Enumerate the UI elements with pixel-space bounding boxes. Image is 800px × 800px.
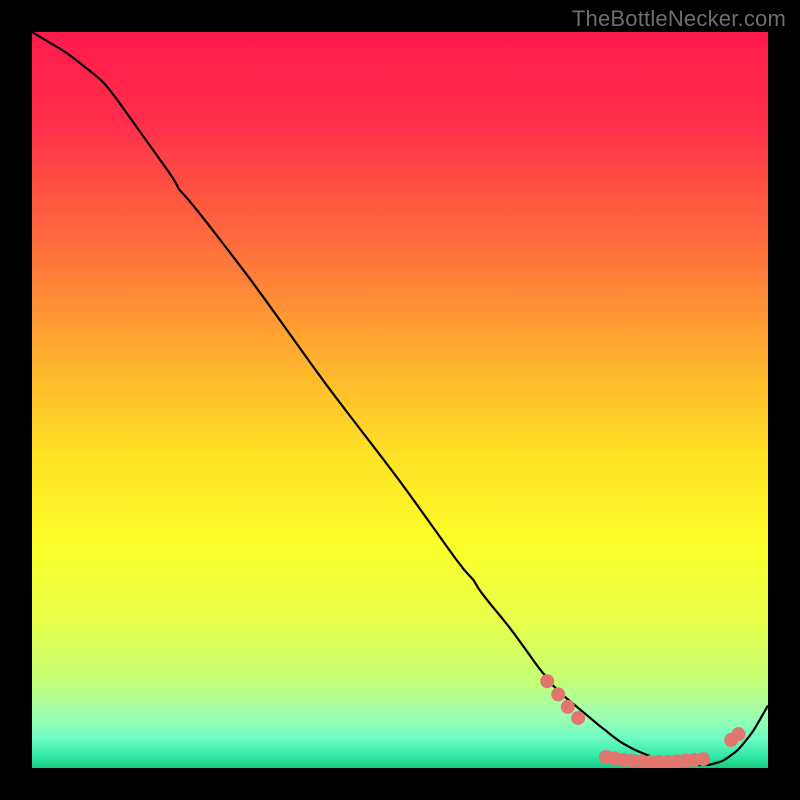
gradient-background bbox=[32, 32, 768, 768]
watermark-text: TheBottleNecker.com bbox=[572, 6, 786, 32]
data-marker bbox=[561, 700, 575, 714]
chart-svg bbox=[32, 32, 768, 768]
data-marker bbox=[551, 687, 565, 701]
data-marker bbox=[540, 674, 554, 688]
plot-area bbox=[32, 32, 768, 768]
data-marker bbox=[696, 752, 710, 766]
chart-frame: TheBottleNecker.com bbox=[0, 0, 800, 800]
data-marker bbox=[571, 711, 585, 725]
data-marker bbox=[732, 727, 746, 741]
